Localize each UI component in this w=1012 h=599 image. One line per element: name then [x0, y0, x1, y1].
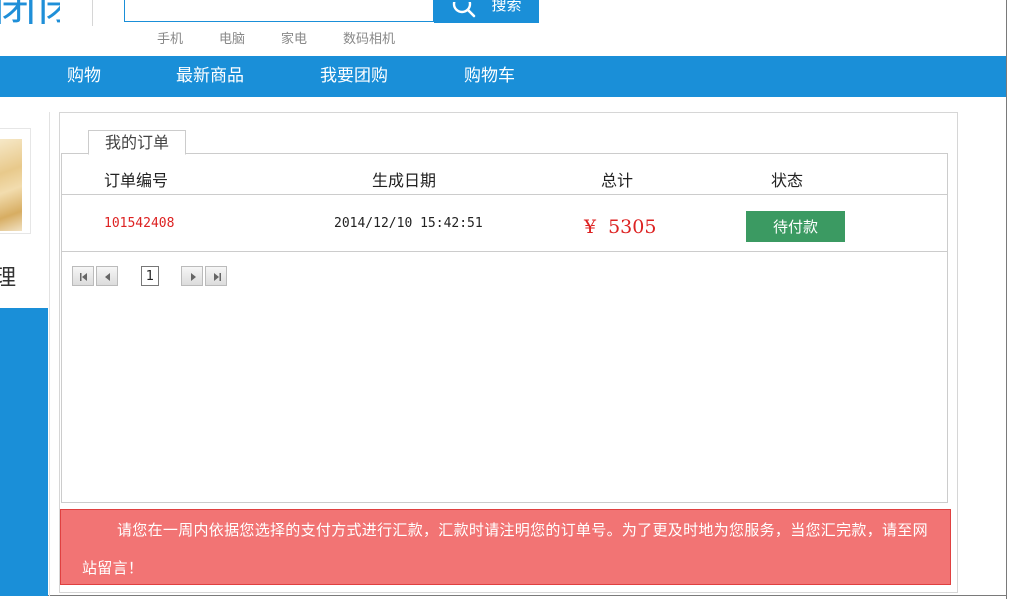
main-nav: 购物 最新商品 我要团购 购物车 — [0, 56, 1006, 97]
prev-page-icon — [105, 273, 110, 281]
last-page-button[interactable] — [205, 266, 227, 286]
table-header: 订单编号 生成日期 总计 状态 — [62, 154, 947, 195]
nav-item-group-buy[interactable]: 我要团购 — [320, 56, 388, 97]
search-input[interactable] — [124, 0, 434, 22]
window-right-edge — [1006, 0, 1007, 599]
sidebar-heading: 理 — [0, 266, 17, 291]
order-number-link[interactable]: 101542408 — [104, 216, 174, 231]
header-divider — [92, 0, 93, 26]
hot-word-camera[interactable]: 数码相机 — [343, 28, 395, 47]
prev-page-button[interactable] — [96, 266, 118, 286]
order-date: 2014/12/10 15:42:51 — [334, 216, 483, 231]
first-page-button[interactable] — [72, 266, 94, 286]
last-page-icon — [214, 273, 221, 281]
nav-item-new-products[interactable]: 最新商品 — [176, 56, 244, 97]
user-sidebar: 理 — [0, 112, 50, 596]
next-page-button[interactable] — [181, 266, 203, 286]
orders-table: 订单编号 生成日期 总计 状态 101542408 2014/12/10 15:… — [61, 153, 948, 503]
search-icon — [451, 1, 477, 22]
column-order-number: 订单编号 — [104, 171, 169, 190]
logo-text: 团团 — [0, 0, 60, 24]
site-logo[interactable]: 团团 — [0, 0, 60, 24]
page-number-input[interactable]: 1 — [141, 266, 159, 286]
order-total-value: 5305 — [608, 216, 657, 238]
currency-symbol: ¥ — [584, 216, 597, 238]
hot-search-words: 手机 电脑 家电 数码相机 — [157, 28, 431, 47]
avatar[interactable] — [0, 128, 31, 234]
nav-item-shopping[interactable]: 购物 — [67, 56, 101, 97]
order-total: ¥5305 — [584, 216, 656, 238]
payment-notice: 请您在一周内依据您选择的支付方式进行汇款，汇款时请注明您的订单号。为了更及时地为… — [60, 509, 951, 585]
table-row: 101542408 2014/12/10 15:42:51 ¥5305 待付款 — [62, 195, 947, 252]
pay-status-button[interactable]: 待付款 — [746, 211, 845, 242]
column-status: 状态 — [771, 171, 804, 190]
tab-my-orders[interactable]: 我的订单 — [88, 130, 186, 155]
next-page-icon — [191, 273, 196, 281]
nav-item-cart[interactable]: 购物车 — [464, 56, 515, 97]
column-created-date: 生成日期 — [372, 171, 437, 190]
first-page-icon — [80, 273, 87, 281]
sidebar-menu-panel — [0, 308, 48, 596]
search-button[interactable]: 搜索 — [434, 0, 539, 23]
hot-word-phone[interactable]: 手机 — [157, 28, 183, 47]
column-total: 总计 — [601, 171, 634, 190]
orders-panel: 我的订单 订单编号 生成日期 总计 状态 101542408 2014/12/1… — [59, 112, 958, 593]
avatar-image — [0, 139, 22, 231]
search-button-label: 搜索 — [491, 0, 522, 14]
hot-word-appliance[interactable]: 家电 — [281, 28, 307, 47]
window-bottom-edge — [0, 595, 1006, 596]
hot-word-computer[interactable]: 电脑 — [219, 28, 245, 47]
